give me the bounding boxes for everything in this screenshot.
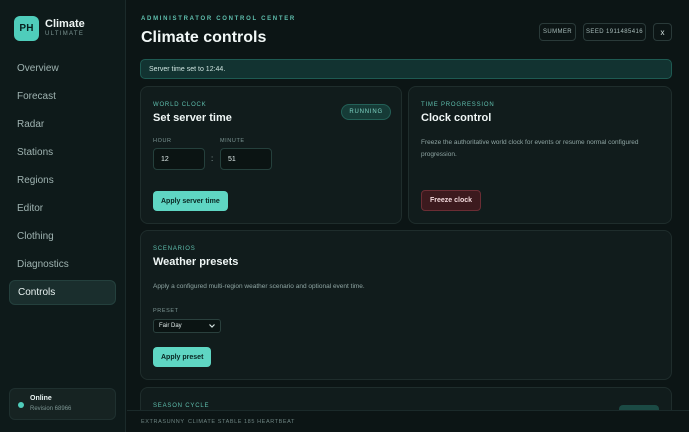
- footer-weather: EXTRASUNNY: [141, 419, 185, 425]
- sidebar-item-regions[interactable]: Regions: [9, 168, 116, 193]
- scenarios-eyebrow: SCENARIOS: [153, 246, 196, 252]
- notification-toast: Server time set to 12:44.: [140, 59, 672, 79]
- sidebar-item-clothing[interactable]: Clothing: [9, 224, 116, 249]
- hour-label: HOUR: [153, 138, 172, 144]
- close-button[interactable]: x: [653, 23, 672, 41]
- hour-input[interactable]: 12: [153, 148, 205, 170]
- seed-chip: SEED 1911485416: [583, 23, 646, 41]
- weather-presets-description: Apply a configured multi-region weather …: [153, 283, 365, 290]
- main-content: ADMINISTRATOR CONTROL CENTER Climate con…: [127, 0, 689, 432]
- brand: PH Climate ULTIMATE: [14, 16, 85, 41]
- footer-climate-state: CLIMATE STABLE: [188, 419, 243, 425]
- scenarios-card: SCENARIOS Weather presets Apply a config…: [140, 230, 672, 380]
- sidebar-item-editor[interactable]: Editor: [9, 196, 116, 221]
- brand-subtitle: ULTIMATE: [45, 31, 85, 37]
- time-progression-eyebrow: TIME PROGRESSION: [421, 102, 495, 108]
- world-clock-card: WORLD CLOCK Set server time RUNNING HOUR…: [140, 86, 402, 224]
- chevron-down-icon: [209, 324, 215, 328]
- time-separator: :: [211, 154, 214, 163]
- revision-label: Revision 68966: [30, 406, 72, 412]
- sidebar: PH Climate ULTIMATE Overview Forecast Ra…: [0, 0, 126, 432]
- world-clock-eyebrow: WORLD CLOCK: [153, 102, 207, 108]
- freeze-clock-button[interactable]: Freeze clock: [421, 190, 482, 211]
- sidebar-item-stations[interactable]: Stations: [9, 140, 116, 165]
- world-clock-title: Set server time: [153, 112, 232, 124]
- status-footer: EXTRASUNNY CLIMATE STABLE 185 HEARTBEAT: [127, 410, 689, 432]
- season-cycle-eyebrow: SEASON CYCLE: [153, 403, 210, 409]
- brand-title: Climate: [45, 18, 85, 30]
- sidebar-item-forecast[interactable]: Forecast: [9, 84, 116, 109]
- sidebar-nav: Overview Forecast Radar Stations Regions…: [9, 56, 116, 308]
- connection-status: Online Revision 68966: [9, 388, 116, 420]
- minute-label: MINUTE: [220, 138, 245, 144]
- brand-logo: PH: [14, 16, 39, 41]
- season-chip: SUMMER: [539, 23, 576, 41]
- sidebar-item-overview[interactable]: Overview: [9, 56, 116, 81]
- page-title: Climate controls: [141, 29, 267, 46]
- preset-select[interactable]: Fair Day: [153, 319, 221, 333]
- sidebar-item-diagnostics[interactable]: Diagnostics: [9, 252, 116, 277]
- status-title: Online: [30, 395, 52, 402]
- page-eyebrow: ADMINISTRATOR CONTROL CENTER: [141, 16, 296, 22]
- sidebar-item-controls[interactable]: Controls: [9, 280, 116, 305]
- preset-select-value: Fair Day: [159, 323, 182, 329]
- minute-input[interactable]: 51: [220, 148, 272, 170]
- apply-server-time-button[interactable]: Apply server time: [153, 191, 228, 211]
- sidebar-item-radar[interactable]: Radar: [9, 112, 116, 137]
- weather-presets-title: Weather presets: [153, 256, 239, 268]
- apply-preset-button[interactable]: Apply preset: [153, 347, 212, 367]
- time-progression-card: TIME PROGRESSION Clock control Freeze th…: [408, 86, 672, 224]
- clock-control-title: Clock control: [421, 112, 492, 124]
- clock-control-description: Freeze the authoritative world clock for…: [421, 139, 639, 158]
- online-dot-icon: [18, 402, 24, 408]
- app-window: PH Climate ULTIMATE Overview Forecast Ra…: [0, 0, 689, 432]
- running-badge: RUNNING: [341, 104, 391, 120]
- footer-heartbeat: 185 HEARTBEAT: [244, 419, 296, 425]
- preset-label: PRESET: [153, 308, 179, 314]
